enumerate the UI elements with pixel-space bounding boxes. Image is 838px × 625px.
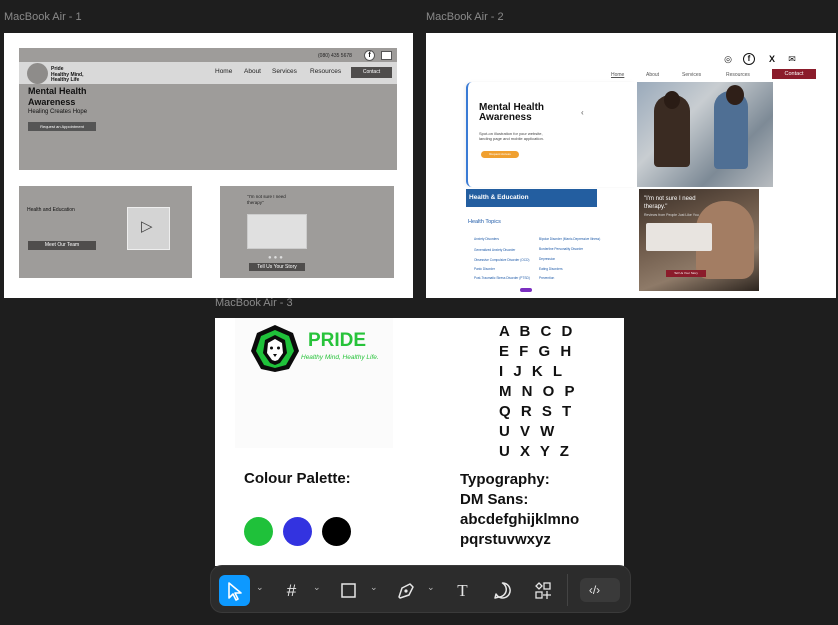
meet-team-button[interactable]: Meet Our Team [28, 241, 96, 250]
hero-tagline: Healing Creates Hope [28, 109, 88, 115]
chevron-down-icon[interactable]: ⌄ [256, 582, 264, 593]
topic-link[interactable]: Depression [539, 257, 555, 261]
components-icon [535, 582, 551, 599]
health-education-header: Health & Education [466, 189, 597, 207]
topic-link[interactable]: Obsessive Compulsive Disorder (OCD) [474, 258, 529, 262]
topic-link[interactable]: Panic Disorder [474, 267, 495, 271]
frame-macbook-air-2[interactable]: ◎ f X ✉ Home About Services Resources Co… [426, 33, 836, 298]
nav-services[interactable]: Services [682, 72, 701, 78]
chevron-left-icon[interactable]: ‹ [581, 108, 584, 117]
typography-sample: Typography: DM Sans: abcdefghijklmno pqr… [460, 471, 580, 548]
testimonial-quote: "I'm not sure I need therapy" [247, 194, 286, 205]
testimonial-subtitle: Reviews from People Just Like You [644, 213, 699, 217]
health-topics-title: Health Topics [468, 219, 501, 225]
carousel-dots[interactable]: ●●● [268, 255, 285, 261]
topic-link[interactable]: Prevention [539, 276, 554, 280]
hero-title: Mental Health Awareness [28, 86, 87, 107]
move-tool[interactable] [219, 575, 250, 606]
card1-text: Health and Education [27, 207, 75, 213]
logo-placeholder [27, 63, 48, 84]
nav-home[interactable]: Home [215, 68, 232, 75]
nav-resources[interactable]: Resources [726, 72, 750, 78]
frame-macbook-air-1[interactable]: (080) 435 5678 f Pride Healthy Mind, Hea… [4, 33, 413, 298]
instagram-icon[interactable]: ◎ [722, 53, 734, 65]
frame-label-3[interactable]: MacBook Air - 3 [215, 297, 293, 309]
status-badge [520, 288, 532, 292]
hero-subtitle: Spot-on illustration for your website, l… [479, 131, 544, 141]
rectangle-tool[interactable] [333, 575, 364, 606]
frame-label-2[interactable]: MacBook Air - 2 [426, 11, 504, 23]
request-appointment-button[interactable]: Request an Appointment [28, 122, 96, 131]
pen-tool[interactable] [390, 575, 421, 606]
nav-services[interactable]: Services [272, 68, 297, 75]
swatch-blue [283, 517, 312, 546]
comment-tool[interactable] [487, 575, 518, 606]
swatch-green [244, 517, 273, 546]
rectangle-icon [341, 583, 356, 598]
topic-link[interactable]: Bipolar Disorder (Manic-Depressive Illne… [539, 237, 600, 241]
brand-name: PRIDE [308, 330, 367, 351]
comment-icon [494, 582, 511, 599]
code-icon[interactable]: ‹/› [579, 575, 610, 606]
play-icon[interactable]: ▷ [141, 217, 153, 235]
brand-text: Pride Healthy Mind, Healthy Life [51, 66, 84, 83]
frame-macbook-air-3[interactable]: PRIDE Healthy Mind, Healthy Life. A B C … [215, 318, 624, 566]
text-tool[interactable]: T [447, 575, 478, 606]
tell-story-button[interactable]: Tell Us Your Story [666, 270, 706, 277]
hero-cta-button[interactable]: Request Access [481, 151, 519, 158]
contact-button[interactable]: Contact [351, 67, 392, 78]
frame-label-1[interactable]: MacBook Air - 1 [4, 11, 82, 23]
photo-head-left [664, 91, 680, 109]
chevron-down-icon[interactable]: ⌄ [370, 582, 378, 593]
phone-number: (080) 435 5678 [318, 53, 352, 59]
topic-link[interactable]: Anxiety Disorders [474, 237, 499, 241]
testimonial-card [646, 223, 712, 251]
topic-link[interactable]: Generalized Anxiety Disorder [474, 248, 515, 252]
nav-resources[interactable]: Resources [310, 68, 341, 75]
cursor-icon [228, 582, 242, 601]
alphabet-sample: A B C D E F G H I J K L M N O P Q R S T … [499, 323, 578, 460]
testimonial-quote: "I'm not sure I need therapy." [644, 196, 696, 210]
hero-title: Mental Health Awareness [479, 102, 545, 123]
chevron-down-icon[interactable]: ⌄ [313, 582, 321, 593]
topic-link[interactable]: Borderline Personality Disorder [539, 247, 583, 251]
toolbar-divider [567, 574, 568, 606]
x-icon[interactable]: X [766, 53, 778, 65]
topic-link[interactable]: Eating Disorders [539, 267, 563, 271]
facebook-icon[interactable]: f [364, 50, 375, 61]
tell-story-button[interactable]: Tell Us Your Story [249, 263, 305, 271]
contact-button[interactable]: Contact [772, 69, 816, 79]
facebook-icon[interactable]: f [743, 53, 755, 65]
brand-slogan: Healthy Mind, Healthy Life. [301, 354, 379, 361]
lion-logo-icon [251, 325, 299, 372]
bottom-toolbar: ⌄ # ⌄ ⌄ ⌄ T ‹/› [210, 565, 631, 613]
pen-icon [398, 583, 414, 599]
topic-link[interactable]: Post-Traumatic Stress Disorder (PTSD) [474, 276, 530, 280]
photo-head-right [726, 85, 744, 105]
nav-about[interactable]: About [646, 72, 659, 78]
assets-tool[interactable] [527, 575, 558, 606]
chevron-down-icon[interactable]: ⌄ [427, 582, 435, 593]
swatch-black [322, 517, 351, 546]
nav-home[interactable]: Home [611, 72, 624, 78]
mail-icon[interactable]: ✉ [786, 53, 798, 65]
mail-icon[interactable] [381, 51, 392, 60]
frame-tool[interactable]: # [276, 575, 307, 606]
testimonial-image-placeholder [247, 214, 307, 249]
nav-about[interactable]: About [244, 68, 261, 75]
colour-palette-label: Colour Palette: [244, 470, 351, 487]
